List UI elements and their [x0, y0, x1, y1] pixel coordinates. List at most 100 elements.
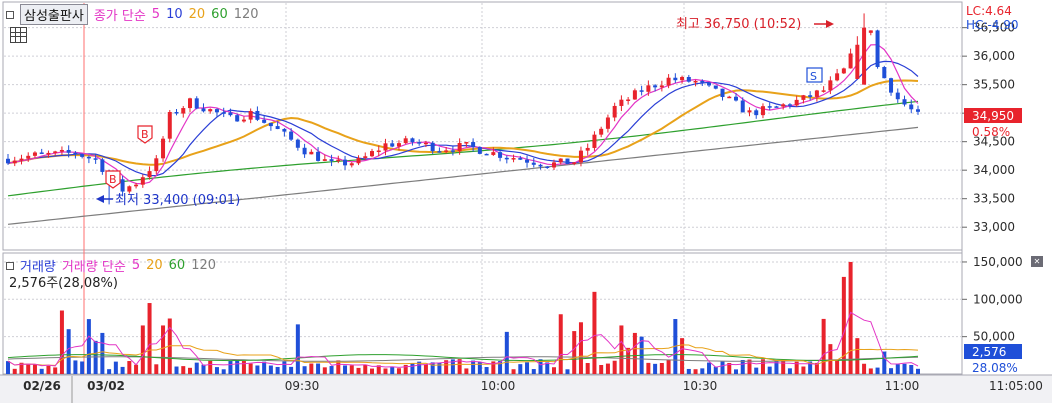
volume-bar: [289, 366, 294, 374]
candle-body: [127, 186, 132, 192]
candle-body: [390, 143, 395, 147]
volume-bar: [909, 364, 914, 374]
volume-bar: [646, 362, 651, 374]
candle-body: [235, 115, 240, 122]
candle-body: [437, 151, 442, 153]
candle-body: [774, 106, 779, 108]
ma-legend-label: 종가 단순: [93, 9, 146, 24]
volume-bar: [107, 369, 112, 374]
candle-body: [174, 112, 179, 114]
svg-text:B: B: [109, 173, 117, 186]
chart-canvas[interactable]: 36,50036,00035,50035,00034,50034,00033,5…: [0, 0, 1052, 403]
candle-body: [592, 134, 597, 148]
candle-body: [59, 149, 64, 152]
candle-body: [538, 164, 543, 167]
volume-bar: [835, 360, 840, 374]
volume-bar: [275, 366, 280, 374]
price-tick-label: 35,500: [973, 78, 1015, 92]
candle-body: [639, 90, 644, 92]
candle-body: [808, 95, 813, 97]
candle-body: [100, 159, 105, 172]
high-annotation: 최고 36,750 (10:52): [676, 17, 801, 32]
candle-body: [134, 184, 139, 187]
volume-bar: [316, 363, 321, 374]
volume-bar: [895, 364, 900, 374]
volume-bar: [268, 365, 273, 374]
svg-text:B: B: [141, 128, 149, 141]
volume-bar: [329, 366, 334, 374]
legend-toggle-icon[interactable]: [6, 10, 14, 19]
volume-bar: [525, 362, 530, 374]
candle-body: [787, 104, 792, 106]
candle-body: [316, 151, 321, 161]
candle-body: [511, 158, 516, 160]
candle-body: [86, 156, 91, 159]
candle-body: [417, 142, 422, 144]
volume-legend-toggle-icon[interactable]: [6, 261, 14, 270]
volume-bar: [713, 366, 718, 374]
volume-bar: [801, 366, 806, 374]
candle-body: [619, 99, 624, 106]
volume-bar: [619, 325, 624, 374]
table-grid-icon[interactable]: [10, 27, 27, 43]
candle-body: [862, 27, 867, 85]
candle-body: [700, 81, 705, 83]
volume-bar: [464, 368, 469, 374]
volume-bar: [282, 361, 287, 374]
candle-body: [6, 158, 10, 164]
candle-body: [484, 153, 489, 156]
candle-body: [693, 81, 698, 83]
candle-body: [821, 90, 826, 92]
candle-body: [457, 143, 462, 152]
volume-bar: [147, 303, 152, 374]
sell-marker[interactable]: S: [806, 67, 823, 83]
volume-bar: [787, 368, 792, 374]
volume-bar: [120, 366, 125, 374]
volume-bar: [86, 319, 91, 374]
candle-body: [578, 150, 583, 163]
candle-body: [423, 142, 428, 145]
candle-body: [208, 109, 213, 112]
current-change-tag: 0.58%: [972, 125, 1010, 139]
volume-bar: [59, 310, 64, 374]
volume-bar: [356, 367, 361, 374]
volume-bar: [565, 369, 570, 374]
volume-bar: [599, 364, 604, 374]
volume-bar: [484, 367, 489, 374]
candle-body: [666, 77, 671, 86]
volume-bar: [194, 362, 199, 374]
volume-bar: [504, 331, 509, 374]
volume-bar: [248, 363, 253, 374]
volume-bar: [754, 367, 759, 374]
stock-name-box[interactable]: 삼성출판사: [20, 4, 88, 25]
volume-ma60-legend: 60: [168, 258, 186, 273]
volume-bar: [255, 365, 260, 374]
volume-bar: [828, 344, 833, 374]
price-tick-label: 36,000: [973, 49, 1015, 63]
volume-bar: [349, 365, 354, 374]
candle-body: [66, 149, 71, 153]
ma5-legend: 5: [151, 7, 161, 22]
time-axis-label: 11:00: [885, 379, 920, 393]
volume-bar: [578, 322, 583, 374]
candle-body: [835, 73, 840, 81]
volume-bar: [383, 368, 388, 374]
low-annotation: 최저 33,400 (09:01): [115, 193, 240, 208]
panel-close-icon[interactable]: ✕: [1031, 256, 1043, 267]
candle-body: [659, 85, 664, 88]
candle-body: [882, 67, 887, 79]
volume-bar: [214, 367, 219, 374]
volume-bar: [734, 369, 738, 374]
candle-body: [12, 160, 17, 164]
candle-body: [552, 162, 556, 168]
candle-body: [120, 179, 125, 192]
candle-body: [612, 105, 617, 118]
volume-ma20-legend: 20: [146, 258, 163, 273]
time-axis-label: 10:00: [481, 379, 516, 393]
candle-body: [909, 104, 914, 110]
candle-body: [686, 76, 691, 82]
volume-tick-label: 50,000: [973, 330, 1015, 344]
candle-body: [895, 92, 900, 100]
candle-body: [262, 119, 267, 123]
volume-bar: [32, 364, 37, 374]
